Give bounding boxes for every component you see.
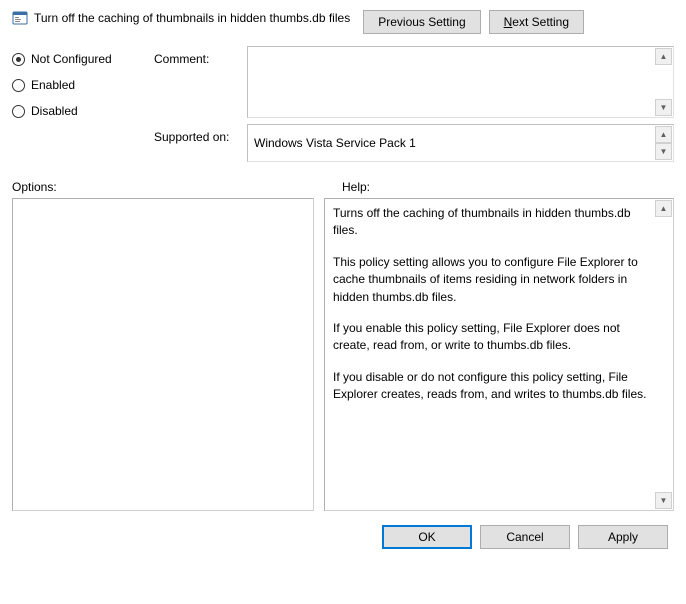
ok-button[interactable]: OK (382, 525, 472, 549)
radio-dot-icon (12, 79, 25, 92)
dialog-buttons: OK Cancel Apply (0, 511, 686, 563)
policy-title: Turn off the caching of thumbnails in hi… (34, 10, 350, 25)
comment-field[interactable]: ▲ ▼ (247, 46, 674, 118)
scroll-up-icon[interactable]: ▲ (655, 200, 672, 217)
comment-label: Comment: (154, 46, 239, 118)
nav-buttons: Previous Setting Next Setting (363, 10, 674, 34)
help-text: Turns off the caching of thumbnails in h… (333, 205, 653, 240)
scroll-down-icon[interactable]: ▼ (655, 143, 672, 160)
policy-icon (12, 10, 28, 26)
help-text: If you enable this policy setting, File … (333, 320, 653, 355)
radio-dot-icon (12, 105, 25, 118)
radio-label: Enabled (31, 78, 75, 92)
next-setting-button[interactable]: Next Setting (489, 10, 584, 34)
radio-label: Disabled (31, 104, 78, 118)
help-text: This policy setting allows you to config… (333, 254, 653, 306)
cancel-button[interactable]: Cancel (480, 525, 570, 549)
supported-field: Windows Vista Service Pack 1 ▲ ▼ (247, 124, 674, 162)
panel-labels: Options: Help: (0, 162, 686, 198)
state-row: Not Configured Enabled Disabled Comment:… (0, 42, 686, 162)
help-label: Help: (342, 180, 370, 194)
radio-enabled[interactable]: Enabled (12, 78, 142, 92)
scroll-down-icon[interactable]: ▼ (655, 99, 672, 116)
options-panel (12, 198, 314, 511)
help-panel: Turns off the caching of thumbnails in h… (324, 198, 674, 511)
panels-row: Turns off the caching of thumbnails in h… (0, 198, 686, 511)
previous-setting-button[interactable]: Previous Setting (363, 10, 480, 34)
scroll-up-icon[interactable]: ▲ (655, 126, 672, 143)
help-text: If you disable or do not configure this … (333, 369, 653, 404)
radio-dot-icon (12, 53, 25, 66)
radio-label: Not Configured (31, 52, 112, 66)
supported-label: Supported on: (154, 124, 239, 162)
radio-not-configured[interactable]: Not Configured (12, 52, 142, 66)
scroll-down-icon[interactable]: ▼ (655, 492, 672, 509)
state-radios: Not Configured Enabled Disabled (12, 46, 142, 162)
radio-disabled[interactable]: Disabled (12, 104, 142, 118)
header: Turn off the caching of thumbnails in hi… (0, 0, 686, 42)
options-label: Options: (12, 180, 342, 194)
scroll-up-icon[interactable]: ▲ (655, 48, 672, 65)
apply-button[interactable]: Apply (578, 525, 668, 549)
